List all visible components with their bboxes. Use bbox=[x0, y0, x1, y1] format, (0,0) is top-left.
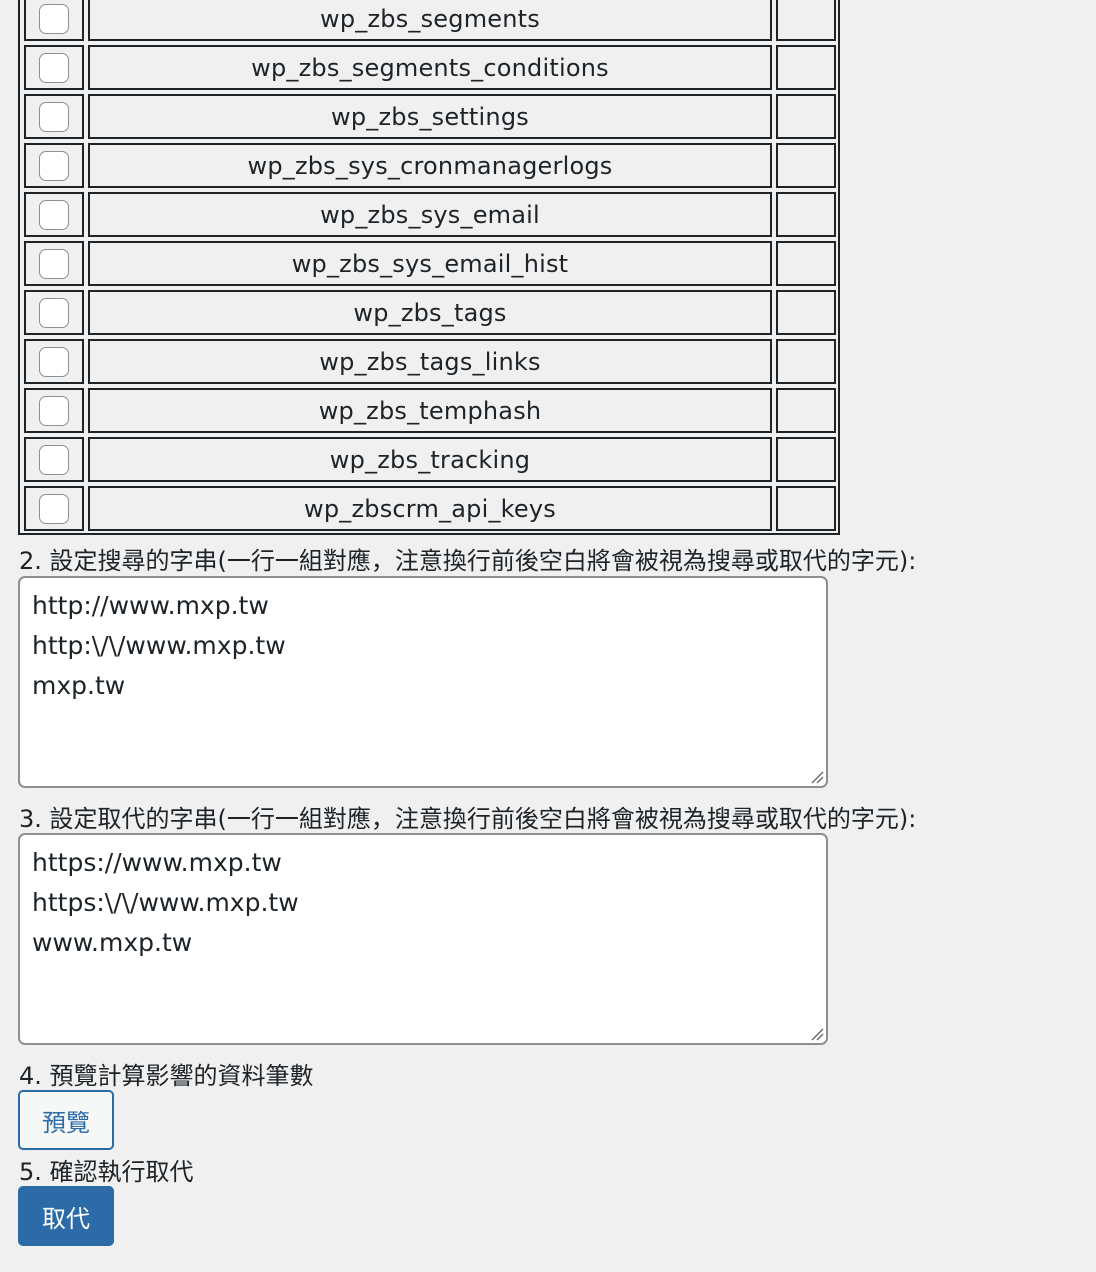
table-name-cell: wp_zbs_sys_cronmanagerlogs bbox=[87, 143, 773, 188]
table-name-cell: wp_zbs_sys_email bbox=[87, 192, 773, 237]
table-name-cell: wp_zbs_sys_email_hist bbox=[87, 241, 773, 286]
table-name-cell: wp_zbs_segments_conditions bbox=[87, 45, 773, 90]
table-checkbox[interactable] bbox=[38, 444, 69, 475]
table-row: wp_zbs_sys_email bbox=[24, 192, 836, 237]
table-name-cell: wp_zbs_segments bbox=[87, 0, 773, 41]
checkbox-cell bbox=[24, 437, 84, 482]
checkbox-cell bbox=[24, 143, 84, 188]
table-extra-cell bbox=[776, 94, 836, 139]
resize-grip-icon[interactable] bbox=[810, 1027, 824, 1041]
replace-button[interactable]: 取代 bbox=[18, 1186, 114, 1246]
table-name-cell: wp_zbscrm_api_keys bbox=[87, 486, 773, 531]
table-name-cell: wp_zbs_tags_links bbox=[87, 339, 773, 384]
table-extra-cell bbox=[776, 241, 836, 286]
checkbox-cell bbox=[24, 192, 84, 237]
checkbox-cell bbox=[24, 339, 84, 384]
table-extra-cell bbox=[776, 143, 836, 188]
table-extra-cell bbox=[776, 45, 836, 90]
checkbox-cell bbox=[24, 94, 84, 139]
table-name-cell: wp_zbs_temphash bbox=[87, 388, 773, 433]
search-line: http://www.mxp.tw bbox=[32, 591, 269, 620]
table-row: wp_zbs_settings bbox=[24, 94, 836, 139]
checkbox-cell bbox=[24, 0, 84, 41]
table-checkbox[interactable] bbox=[38, 199, 69, 230]
table-checkbox[interactable] bbox=[38, 3, 69, 34]
search-line: mxp.tw bbox=[32, 671, 126, 700]
checkbox-cell bbox=[24, 388, 84, 433]
preview-button[interactable]: 預覽 bbox=[18, 1090, 114, 1150]
replace-line: https://www.mxp.tw bbox=[32, 848, 282, 877]
table-extra-cell bbox=[776, 437, 836, 482]
table-checkbox[interactable] bbox=[38, 395, 69, 426]
table-row: wp_zbs_tags_links bbox=[24, 339, 836, 384]
resize-grip-icon[interactable] bbox=[810, 770, 824, 784]
table-row: wp_zbs_tracking bbox=[24, 437, 836, 482]
table-row: wp_zbs_sys_cronmanagerlogs bbox=[24, 143, 836, 188]
table-checkbox[interactable] bbox=[38, 52, 69, 83]
table-checkbox[interactable] bbox=[38, 346, 69, 377]
table-extra-cell bbox=[776, 290, 836, 335]
table-extra-cell bbox=[776, 388, 836, 433]
table-extra-cell bbox=[776, 192, 836, 237]
table-row: wp_zbs_temphash bbox=[24, 388, 836, 433]
table-checkbox[interactable] bbox=[38, 248, 69, 279]
search-replace-page: wp_zbs_segments wp_zbs_segments_condition… bbox=[0, 0, 1096, 1272]
table-row: wp_zbs_tags bbox=[24, 290, 836, 335]
search-line: http:\/\/www.mxp.tw bbox=[32, 631, 286, 660]
replace-line: https:\/\/www.mxp.tw bbox=[32, 888, 299, 917]
table-row: wp_zbscrm_api_keys bbox=[24, 486, 836, 531]
checkbox-cell bbox=[24, 241, 84, 286]
table-name-cell: wp_zbs_tags bbox=[87, 290, 773, 335]
table-name-cell: wp_zbs_settings bbox=[87, 94, 773, 139]
table-checkbox[interactable] bbox=[38, 101, 69, 132]
table-row: wp_zbs_sys_email_hist bbox=[24, 241, 836, 286]
confirm-label: 5. 確認執行取代 bbox=[19, 1158, 194, 1186]
search-label: 2. 設定搜尋的字串(一行一組對應，注意換行前後空白將會被視為搜尋或取代的字元)… bbox=[19, 547, 917, 575]
table-checkbox[interactable] bbox=[38, 297, 69, 328]
table-row: wp_zbs_segments_conditions bbox=[24, 45, 836, 90]
table-checkbox[interactable] bbox=[38, 150, 69, 181]
table-extra-cell bbox=[776, 339, 836, 384]
table-name-cell: wp_zbs_tracking bbox=[87, 437, 773, 482]
replace-line: www.mxp.tw bbox=[32, 928, 193, 957]
checkbox-cell bbox=[24, 45, 84, 90]
search-textarea[interactable]: http://www.mxp.tw http:\/\/www.mxp.tw mx… bbox=[18, 576, 828, 788]
table-row: wp_zbs_segments bbox=[24, 0, 836, 41]
replace-textarea[interactable]: https://www.mxp.tw https:\/\/www.mxp.tw … bbox=[18, 833, 828, 1045]
replace-label: 3. 設定取代的字串(一行一組對應，注意換行前後空白將會被視為搜尋或取代的字元)… bbox=[19, 805, 917, 833]
checkbox-cell bbox=[24, 290, 84, 335]
table-extra-cell bbox=[776, 0, 836, 41]
preview-label: 4. 預覽計算影響的資料筆數 bbox=[19, 1062, 314, 1090]
checkbox-cell bbox=[24, 486, 84, 531]
table-extra-cell bbox=[776, 486, 836, 531]
table-list: wp_zbs_segments wp_zbs_segments_condition… bbox=[18, 0, 840, 535]
table-checkbox[interactable] bbox=[38, 493, 69, 524]
